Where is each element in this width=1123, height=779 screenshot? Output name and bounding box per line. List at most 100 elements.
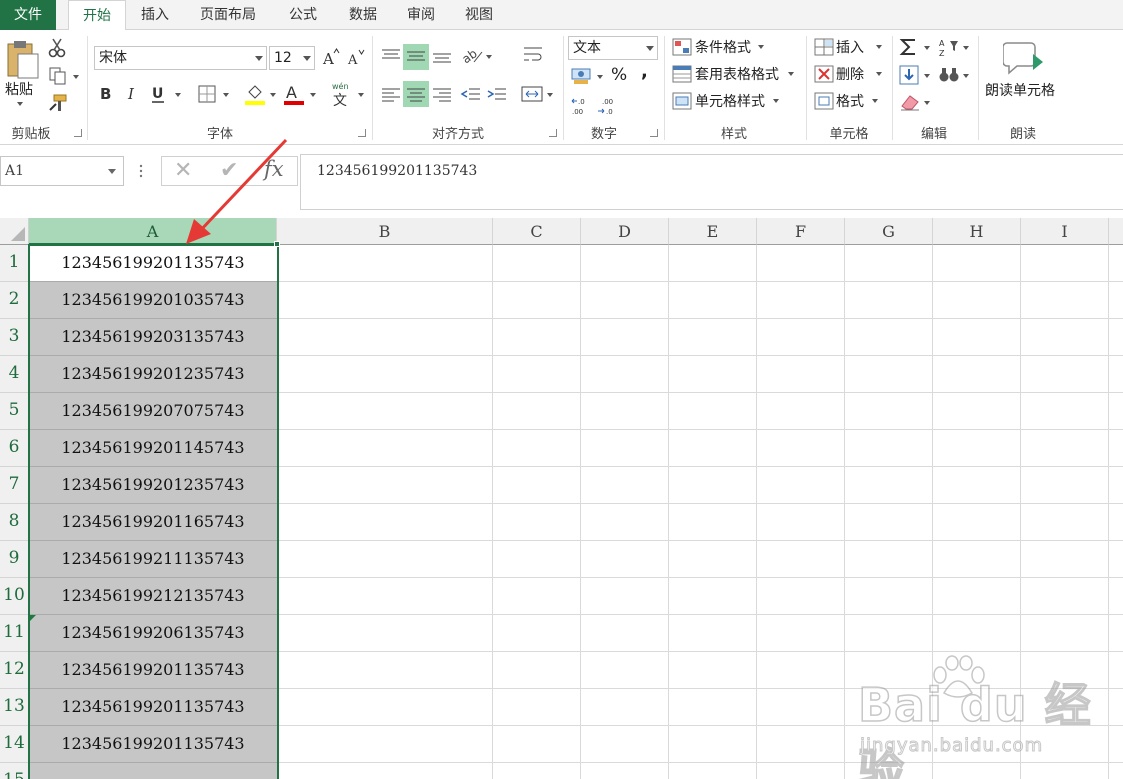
tab-home[interactable]: 开始 <box>68 0 126 31</box>
cell-styles-icon[interactable] <box>672 92 692 110</box>
autosum-icon[interactable] <box>899 37 919 57</box>
merge-center-icon[interactable] <box>520 84 544 104</box>
accounting-format-icon[interactable] <box>570 66 594 86</box>
paste-dropdown[interactable] <box>17 102 23 106</box>
accounting-dropdown[interactable] <box>597 75 603 79</box>
shrink-font-icon[interactable]: A <box>347 48 365 66</box>
insert-cells-icon[interactable] <box>814 38 834 56</box>
row-header[interactable]: 15 <box>0 763 29 779</box>
insert-cells-button[interactable]: 插入 <box>836 37 864 57</box>
align-center-icon[interactable] <box>405 84 427 104</box>
copy-dropdown[interactable] <box>73 75 79 79</box>
row-header[interactable]: 5 <box>0 393 29 430</box>
cell-a11[interactable]: 123456199206135743 <box>29 615 277 652</box>
column-header-h[interactable]: H <box>933 218 1021 245</box>
cell-a10[interactable]: 123456199212135743 <box>29 578 277 615</box>
cell-a6[interactable]: 123456199201145743 <box>29 430 277 467</box>
align-bottom-icon[interactable] <box>431 46 453 66</box>
orientation-dropdown[interactable] <box>486 55 492 59</box>
insert-function-icon[interactable]: fx <box>264 157 284 181</box>
column-header-a[interactable]: A <box>29 218 277 245</box>
comma-style-button[interactable]: , <box>641 61 648 82</box>
column-header-f[interactable]: F <box>757 218 845 245</box>
conditional-formatting-icon[interactable] <box>672 38 692 56</box>
align-top-icon[interactable] <box>380 46 402 66</box>
align-left-icon[interactable] <box>380 84 402 104</box>
cell-a14[interactable]: 123456199201135743 <box>29 726 277 763</box>
cancel-icon[interactable]: ✕ <box>174 158 192 183</box>
tab-insert[interactable]: 插入 <box>130 0 180 30</box>
tab-formulas[interactable]: 公式 <box>276 0 330 30</box>
column-header-g[interactable]: G <box>845 218 933 245</box>
font-color-icon[interactable]: A <box>283 82 305 106</box>
percent-style-button[interactable]: % <box>611 65 627 85</box>
clear-dropdown[interactable] <box>924 101 930 105</box>
merge-dropdown[interactable] <box>547 93 553 97</box>
format-cells-dropdown[interactable] <box>872 99 878 103</box>
increase-indent-icon[interactable] <box>486 84 508 104</box>
cell-a12[interactable]: 123456199201135743 <box>29 652 277 689</box>
column-header-i[interactable]: I <box>1021 218 1109 245</box>
font-color-dropdown[interactable] <box>310 93 316 97</box>
column-header-e[interactable]: E <box>669 218 757 245</box>
tab-review[interactable]: 审阅 <box>396 0 446 30</box>
fill-handle[interactable] <box>274 241 280 247</box>
tab-view[interactable]: 视图 <box>454 0 504 30</box>
cell-a13[interactable]: 123456199201135743 <box>29 689 277 726</box>
row-header[interactable]: 2 <box>0 282 29 319</box>
cell-a4[interactable]: 123456199201235743 <box>29 356 277 393</box>
enter-icon[interactable]: ✔ <box>220 158 238 183</box>
find-select-dropdown[interactable] <box>963 74 969 78</box>
find-select-icon[interactable] <box>938 65 960 85</box>
grow-font-icon[interactable]: A <box>322 48 340 66</box>
row-header[interactable]: 8 <box>0 504 29 541</box>
decrease-indent-icon[interactable] <box>460 84 482 104</box>
font-size-select[interactable]: 12 <box>269 46 315 70</box>
clipboard-launcher-icon[interactable] <box>74 129 82 137</box>
cell-a5[interactable]: 123456199207075743 <box>29 393 277 430</box>
orientation-icon[interactable]: ab <box>460 44 484 66</box>
row-header[interactable]: 6 <box>0 430 29 467</box>
row-header[interactable]: 13 <box>0 689 29 726</box>
row-header[interactable]: 3 <box>0 319 29 356</box>
fill-color-dropdown[interactable] <box>270 93 276 97</box>
insert-cells-dropdown[interactable] <box>876 45 882 49</box>
row-header[interactable]: 9 <box>0 541 29 578</box>
format-painter-icon[interactable] <box>48 94 68 112</box>
underline-dropdown[interactable] <box>175 93 181 97</box>
fill-icon[interactable] <box>899 65 919 85</box>
borders-icon[interactable] <box>197 84 217 104</box>
borders-dropdown[interactable] <box>223 93 229 97</box>
font-launcher-icon[interactable] <box>358 129 366 137</box>
increase-decimal-icon[interactable]: .0 .00 <box>570 96 592 116</box>
cell-a1[interactable]: 123456199201135743 <box>29 245 277 282</box>
row-header[interactable]: 12 <box>0 652 29 689</box>
italic-icon[interactable]: I <box>124 84 140 102</box>
formula-input[interactable]: 123456199201135743 <box>300 154 1123 210</box>
cell-a2[interactable]: 123456199201035743 <box>29 282 277 319</box>
row-header[interactable]: 4 <box>0 356 29 393</box>
sort-filter-icon[interactable]: AZ <box>938 37 960 59</box>
read-cells-button[interactable]: 朗读单元格 <box>985 80 1055 100</box>
decrease-decimal-icon[interactable]: .00 .0 <box>596 96 618 116</box>
number-launcher-icon[interactable] <box>650 129 658 137</box>
sort-filter-dropdown[interactable] <box>963 46 969 50</box>
fill-color-icon[interactable] <box>244 82 266 106</box>
cell-a15[interactable] <box>29 763 277 779</box>
row-header[interactable]: 10 <box>0 578 29 615</box>
phonetic-dropdown[interactable] <box>358 93 364 97</box>
copy-icon[interactable] <box>48 66 68 86</box>
delete-cells-dropdown[interactable] <box>876 72 882 76</box>
cell-styles-dropdown[interactable] <box>773 99 779 103</box>
clear-icon[interactable] <box>899 92 921 112</box>
select-all-button[interactable] <box>0 218 29 245</box>
column-header-j[interactable] <box>1109 218 1123 245</box>
cell-a3[interactable]: 123456199203135743 <box>29 319 277 356</box>
format-as-table-dropdown[interactable] <box>788 72 794 76</box>
align-right-icon[interactable] <box>431 84 453 104</box>
number-format-select[interactable]: 文本 <box>568 36 658 60</box>
paste-icon[interactable] <box>6 38 42 82</box>
delete-cells-icon[interactable] <box>814 65 834 83</box>
paste-button-label[interactable]: 粘贴 <box>5 79 33 99</box>
format-cells-button[interactable]: 格式 <box>836 91 864 111</box>
